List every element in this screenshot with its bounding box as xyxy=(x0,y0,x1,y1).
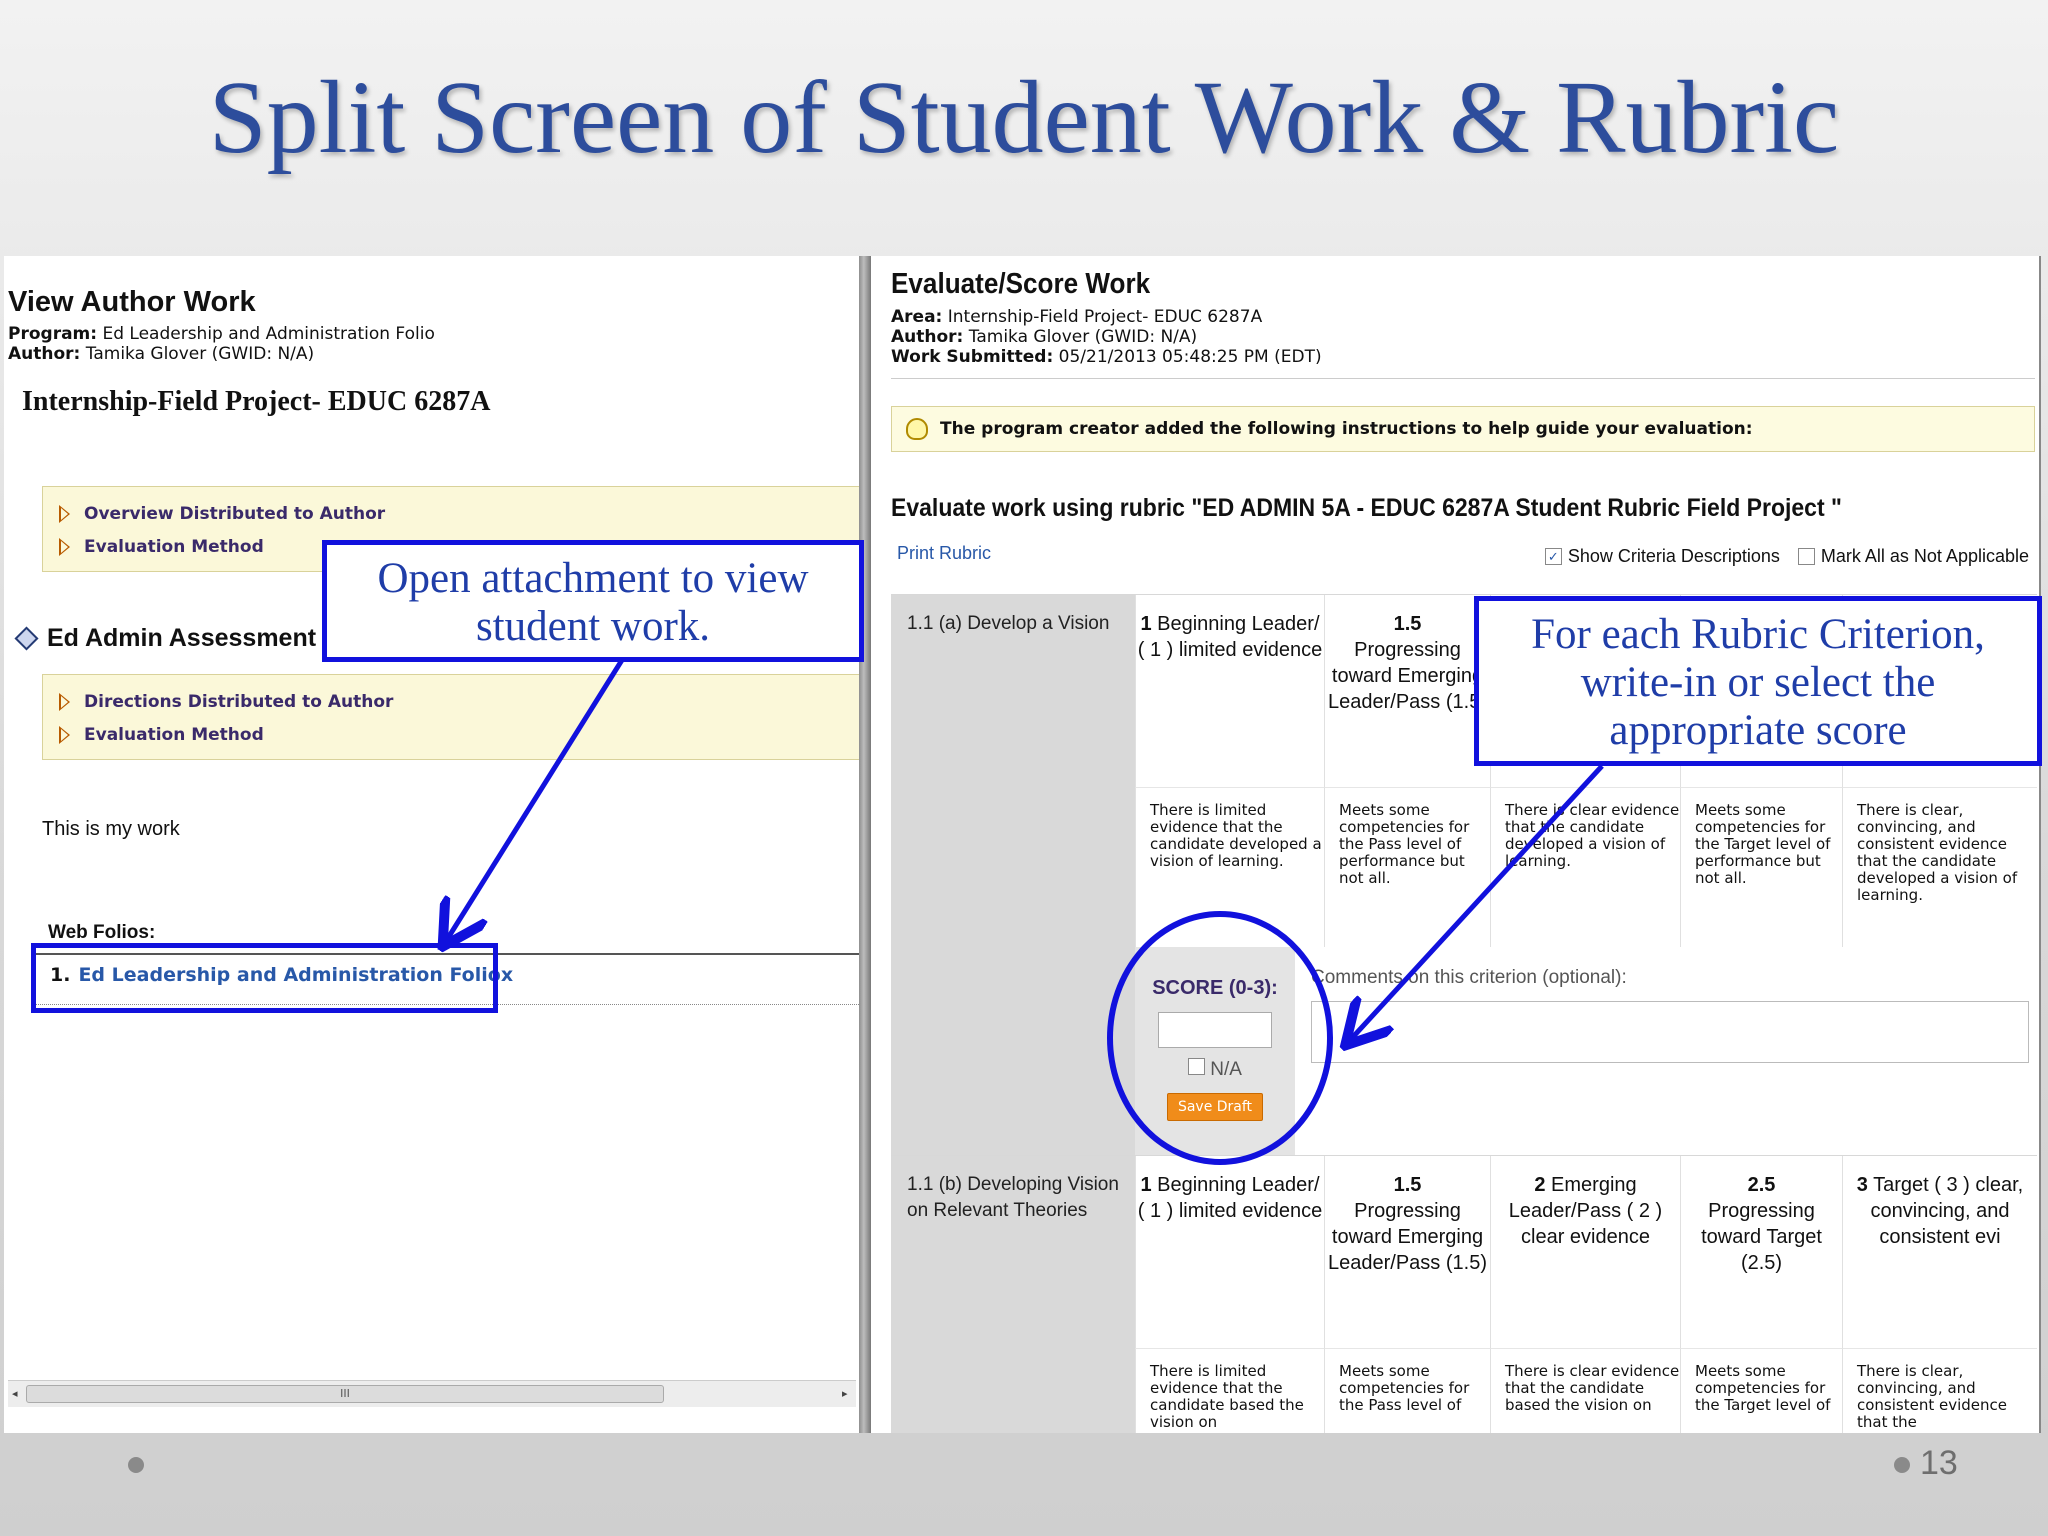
open-attachment-callout: Open attachment to view student work. xyxy=(322,540,864,662)
level-description: Meets some competencies for the Pass lev… xyxy=(1324,787,1490,947)
rubric-title: Evaluate work using rubric "ED ADMIN 5A … xyxy=(891,494,1842,522)
horizontal-scrollbar[interactable]: ◂ III ▸ xyxy=(8,1380,856,1407)
scroll-thumb[interactable]: III xyxy=(26,1385,664,1403)
level-description: There is limited evidence that the candi… xyxy=(1135,787,1324,947)
na-option[interactable]: N/A xyxy=(1135,1058,1295,1081)
footer-dot-left xyxy=(128,1457,144,1473)
score-label: SCORE (0-3): xyxy=(1152,977,1278,999)
na-checkbox[interactable] xyxy=(1188,1058,1206,1075)
assessment-section-title: Ed Admin Assessment 5A xyxy=(14,624,355,653)
mark-all-na-checkbox[interactable] xyxy=(1797,548,1815,565)
page-number: 13 xyxy=(1920,1444,1958,1482)
slide-title: Split Screen of Student Work & Rubric xyxy=(208,60,1840,175)
level-cell[interactable]: 2 Emerging Leader/Pass ( 2 ) clear evide… xyxy=(1490,1156,1680,1348)
level-cell[interactable]: 3 Target ( 3 ) clear, convincing, and co… xyxy=(1842,1156,2037,1348)
work-text: This is my work xyxy=(42,818,180,840)
instructions-banner: The program creator added the following … xyxy=(891,406,2035,452)
expand-arrow-icon xyxy=(59,537,70,556)
expand-arrow-icon xyxy=(59,504,70,523)
show-criteria-label: Show Criteria Descriptions xyxy=(1567,546,1780,566)
criterion-name: 1.1 (a) Develop a Vision xyxy=(891,595,1135,1155)
author-line: Author: Tamika Glover (GWID: N/A) xyxy=(8,344,315,364)
submitted-line: Work Submitted: 05/21/2013 05:48:25 PM (… xyxy=(891,347,1322,367)
level-cell[interactable]: 1 Beginning Leader/ ( 1 ) limited eviden… xyxy=(1135,1156,1324,1348)
evaluate-score-pane: Evaluate/Score Work Area: Internship-Fie… xyxy=(871,256,2041,1433)
comments-label: Comments on this criterion (optional): xyxy=(1311,967,1627,988)
level-cell[interactable]: 1 Beginning Leader/ ( 1 ) limited eviden… xyxy=(1135,595,1324,787)
score-input[interactable] xyxy=(1158,1012,1272,1048)
save-draft-button[interactable]: Save Draft xyxy=(1166,1093,1264,1121)
rubric-options: ✓ Show Criteria Descriptions Mark All as… xyxy=(1544,546,2029,567)
score-instructions-callout: For each Rubric Criterion, write-in or s… xyxy=(1474,596,2042,766)
level-description: There is clear evidence that the candida… xyxy=(1490,1348,1680,1433)
level-cell[interactable]: 1.5 Progressing toward Emerging Leader/Pa… xyxy=(1324,1156,1490,1348)
criterion-name: 1.1 (b) Developing Vision on Relevant Th… xyxy=(891,1156,1135,1433)
comments-textarea[interactable] xyxy=(1311,1001,2029,1063)
show-criteria-checkbox[interactable]: ✓ xyxy=(1544,548,1562,565)
project-title: Internship-Field Project- EDUC 6287A xyxy=(22,386,491,417)
level-description: Meets some competencies for the Pass lev… xyxy=(1324,1348,1490,1433)
view-author-work-pane: View Author Work Program: Ed Leadership … xyxy=(4,256,859,1433)
level-description: There is limited evidence that the candi… xyxy=(1135,1348,1324,1433)
split-divider[interactable] xyxy=(859,256,871,1433)
mark-all-na-label: Mark All as Not Applicable xyxy=(1820,546,2029,566)
view-author-work-heading: View Author Work xyxy=(8,286,256,318)
folio-link-highlight xyxy=(31,943,498,1013)
area-line: Area: Internship-Field Project- EDUC 628… xyxy=(891,307,1263,327)
author-line-right: Author: Tamika Glover (GWID: N/A) xyxy=(891,327,1198,347)
lightbulb-icon xyxy=(906,418,928,440)
score-panel: SCORE (0-3): N/A Save Draft xyxy=(1135,947,1295,1155)
diamond-icon xyxy=(14,626,39,651)
directions-link[interactable]: Directions Distributed to Author xyxy=(43,685,859,718)
expand-arrow-icon xyxy=(59,725,70,744)
scroll-right-icon[interactable]: ▸ xyxy=(842,1387,848,1400)
web-folios-label: Web Folios: xyxy=(48,922,156,943)
evaluation-method-link-2[interactable]: Evaluation Method xyxy=(43,718,859,751)
header-divider xyxy=(891,378,2035,379)
expand-arrow-icon xyxy=(59,692,70,711)
level-description: There is clear, convincing, and consiste… xyxy=(1842,1348,2037,1433)
level-cell[interactable]: 1.5 Progressing toward Emerging Leader/Pa… xyxy=(1324,595,1490,787)
level-description: There is clear, convincing, and consiste… xyxy=(1842,787,2037,947)
footer-dot-right xyxy=(1894,1457,1910,1473)
level-description: Meets some competencies for the Target l… xyxy=(1680,1348,1842,1433)
program-line: Program: Ed Leadership and Administratio… xyxy=(8,324,435,344)
evaluate-heading: Evaluate/Score Work xyxy=(891,268,1151,300)
directions-box: Directions Distributed to Author Evaluat… xyxy=(42,674,859,760)
criterion-row-2: 1.1 (b) Developing Vision on Relevant Th… xyxy=(891,1155,2037,1433)
overview-link[interactable]: Overview Distributed to Author xyxy=(43,497,859,530)
level-description: There is clear evidence that the candida… xyxy=(1490,787,1680,947)
level-cell[interactable]: 2.5 Progressing toward Target (2.5) xyxy=(1680,1156,1842,1348)
scroll-left-icon[interactable]: ◂ xyxy=(12,1387,18,1400)
print-rubric-link[interactable]: Print Rubric xyxy=(897,543,991,564)
level-description: Meets some competencies for the Target l… xyxy=(1680,787,1842,947)
